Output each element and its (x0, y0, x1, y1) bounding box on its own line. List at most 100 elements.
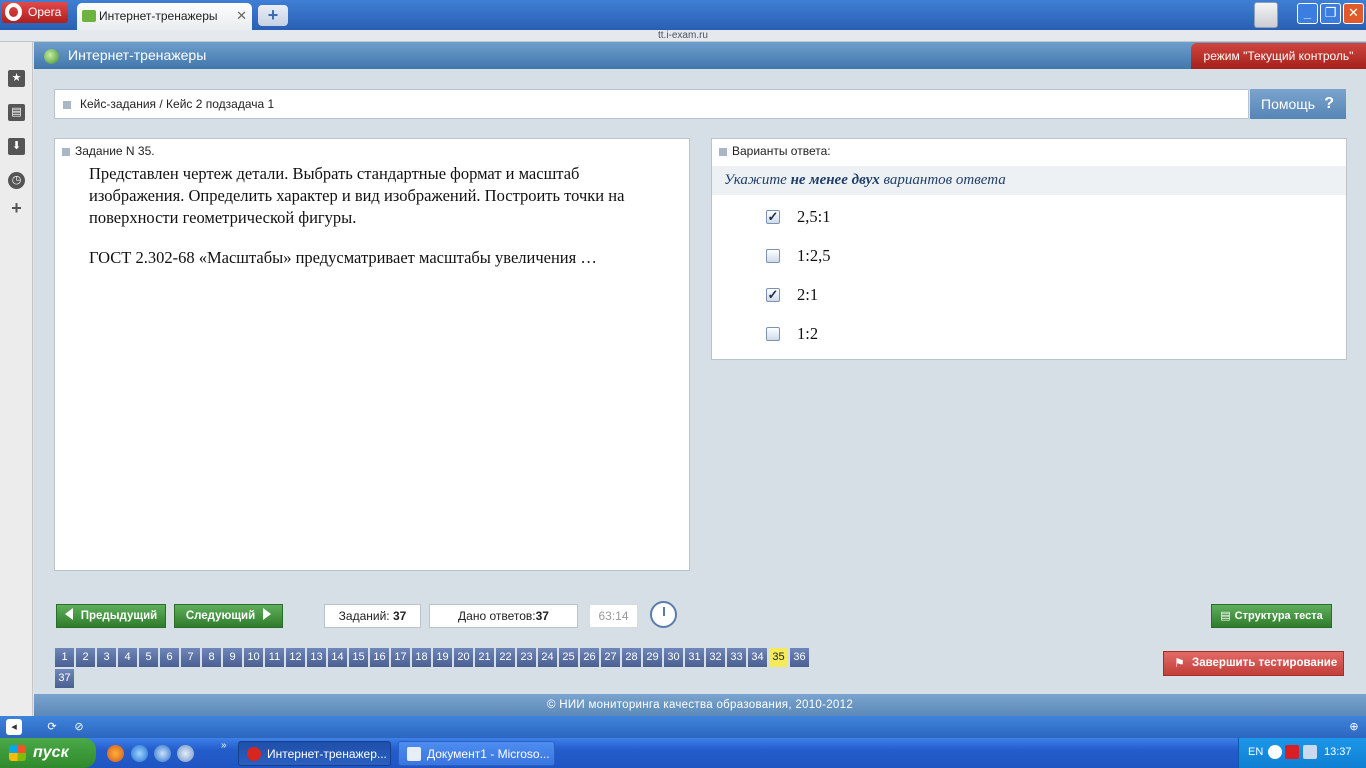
panel-toggle-icon[interactable]: ◂ (6, 719, 22, 735)
notes-icon[interactable]: ▤ (8, 104, 25, 121)
checkbox-checked[interactable]: ✓ (766, 288, 780, 302)
question-number-button[interactable]: 6 (160, 648, 179, 667)
tasks-count-value: 37 (392, 609, 407, 623)
question-number-button[interactable]: 19 (433, 648, 452, 667)
opera-menu-label: Opera (28, 5, 62, 19)
quicklaunch-expand-icon[interactable]: » (221, 740, 227, 751)
question-number-button[interactable]: 37 (55, 669, 74, 688)
list-icon: ▤ (1220, 610, 1231, 622)
finish-test-button[interactable]: ⚑ Завершить тестирование (1163, 651, 1344, 676)
answered-count-label: Дано ответов: (458, 609, 536, 623)
tasks-count: Заданий: 37 (324, 604, 421, 628)
question-number-button[interactable]: 9 (223, 648, 242, 667)
app-logo-icon (44, 49, 59, 64)
question-number-button[interactable]: 24 (538, 648, 557, 667)
question-number-button[interactable]: 27 (601, 648, 620, 667)
internet-explorer-icon[interactable] (131, 745, 148, 762)
question-number-button[interactable]: 28 (622, 648, 641, 667)
question-number-button[interactable]: 29 (643, 648, 662, 667)
taskbar-item-label: Документ1 - Microso... (427, 747, 550, 761)
question-number-button[interactable]: 16 (370, 648, 389, 667)
downloads-icon[interactable]: ⬇ (8, 138, 25, 155)
taskbar-item-word[interactable]: Документ1 - Microso... (398, 741, 555, 766)
question-number-button[interactable]: 26 (580, 648, 599, 667)
task-header: Задание N 35. (62, 144, 155, 158)
question-number-button[interactable]: 4 (118, 648, 137, 667)
word-document-icon (407, 747, 421, 761)
test-structure-button[interactable]: ▤ Структура теста (1211, 604, 1332, 628)
checkbox-unchecked[interactable] (766, 327, 780, 341)
question-number-button[interactable]: 17 (391, 648, 410, 667)
site-favicon-icon (82, 10, 96, 22)
question-number-button[interactable]: 3 (97, 648, 116, 667)
question-number-button[interactable]: 36 (790, 648, 809, 667)
quicklaunch-app-icon[interactable] (177, 745, 194, 762)
breadcrumb: Кейс-задания / Кейс 2 подзадача 1 (54, 89, 1249, 119)
question-number-button[interactable]: 30 (664, 648, 683, 667)
turbo-icon[interactable]: ⊘ (71, 719, 87, 735)
bookmarks-star-icon[interactable]: ★ (8, 70, 25, 87)
antivirus-icon[interactable] (1285, 745, 1299, 759)
question-number-button[interactable]: 15 (349, 648, 368, 667)
tray-back-icon[interactable] (1268, 745, 1282, 759)
question-number-button[interactable]: 35 (769, 648, 788, 667)
next-button[interactable]: Следующий (174, 604, 283, 628)
question-number-button[interactable]: 20 (454, 648, 473, 667)
answer-option[interactable]: 1:2 (766, 323, 818, 345)
language-indicator[interactable]: EN (1248, 746, 1263, 758)
opera-menu-button[interactable]: Opera (2, 2, 68, 23)
taskbar-item-opera[interactable]: Интернет-тренажер... (238, 741, 391, 766)
answer-option[interactable]: ✓ 2:1 (766, 284, 818, 306)
answer-option[interactable]: ✓ 2,5:1 (766, 206, 830, 228)
answer-instruction: Укажите не менее двух вариантов ответа (712, 166, 1346, 195)
minimize-window-button[interactable]: _ (1297, 3, 1318, 24)
question-number-button[interactable]: 22 (496, 648, 515, 667)
question-number-button[interactable]: 10 (244, 648, 263, 667)
help-button[interactable]: Помощь ? (1250, 89, 1346, 119)
answer-panel: Варианты ответа: Укажите не менее двух в… (711, 138, 1347, 360)
tasks-count-label: Заданий: (338, 609, 390, 623)
question-number-button[interactable]: 1 (55, 648, 74, 667)
question-number-button[interactable]: 12 (286, 648, 305, 667)
close-tab-icon[interactable]: ✕ (236, 3, 247, 29)
question-number-button[interactable]: 14 (328, 648, 347, 667)
question-number-button[interactable]: 7 (181, 648, 200, 667)
question-number-button[interactable]: 21 (475, 648, 494, 667)
close-window-button[interactable]: ✕ (1343, 3, 1364, 24)
checkbox-checked[interactable]: ✓ (766, 210, 780, 224)
add-panel-icon[interactable]: + (8, 199, 25, 217)
firefox-icon[interactable] (107, 745, 124, 762)
network-icon[interactable] (1303, 745, 1317, 759)
question-number-button[interactable]: 31 (685, 648, 704, 667)
bullet-square-icon (719, 148, 727, 156)
checkbox-unchecked[interactable] (766, 249, 780, 263)
question-number-button[interactable]: 13 (307, 648, 326, 667)
clock-icon[interactable] (650, 601, 677, 628)
help-label: Помощь (1261, 96, 1316, 112)
zoom-icon[interactable]: ⊕ (1346, 719, 1362, 735)
previous-button[interactable]: Предыдущий (56, 604, 166, 628)
question-number-button[interactable]: 11 (265, 648, 284, 667)
question-number-button[interactable]: 32 (706, 648, 725, 667)
question-number-button[interactable]: 23 (517, 648, 536, 667)
answer-option[interactable]: 1:2,5 (766, 245, 830, 267)
maximize-window-button[interactable]: ❐ (1320, 3, 1341, 24)
question-number-button[interactable]: 18 (412, 648, 431, 667)
browser-tab-active[interactable]: Интернет-тренажеры ✕ (77, 3, 252, 30)
refresh-icon[interactable]: ⟳ (44, 719, 60, 735)
history-clock-icon[interactable]: ◷ (8, 172, 25, 189)
question-number-button[interactable]: 5 (139, 648, 158, 667)
question-number-button[interactable]: 34 (748, 648, 767, 667)
media-player-icon[interactable] (154, 745, 171, 762)
trash-icon[interactable] (1254, 2, 1278, 28)
new-tab-button[interactable]: + (258, 5, 288, 26)
question-number-button[interactable]: 2 (76, 648, 95, 667)
question-number-button[interactable]: 33 (727, 648, 746, 667)
browser-tab-title: Интернет-тренажеры (99, 9, 218, 23)
option-label: 2:1 (797, 285, 819, 304)
app-title: Интернет-тренажеры (68, 47, 207, 63)
start-button[interactable]: пуск (0, 738, 96, 768)
address-url[interactable]: tt.i-exam.ru (0, 30, 1366, 42)
question-number-button[interactable]: 8 (202, 648, 221, 667)
question-number-button[interactable]: 25 (559, 648, 578, 667)
